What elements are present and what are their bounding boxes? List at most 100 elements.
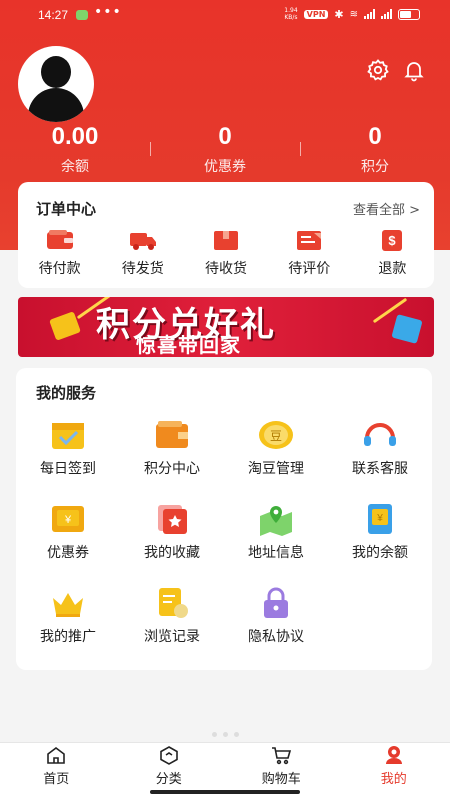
order-refund-label: 退款 xyxy=(378,261,407,277)
coupon-icon: ¥ xyxy=(52,506,84,532)
box-icon xyxy=(214,231,238,250)
order-pending-shipment-label: 待发货 xyxy=(121,261,164,277)
service-label: 优惠券 xyxy=(47,545,89,561)
view-all-orders-link[interactable]: 查看全部 > xyxy=(353,199,420,218)
service-label: 浏览记录 xyxy=(144,629,200,645)
order-center-title: 订单中心 xyxy=(36,200,97,218)
stat-points-value: 0 xyxy=(368,123,382,150)
service-browse-history[interactable]: 浏览记录 xyxy=(120,586,224,646)
cart-icon xyxy=(272,747,292,765)
service-label: 我的余额 xyxy=(352,545,408,561)
tab-profile-label: 我的 xyxy=(380,772,407,787)
service-points-center[interactable]: 积分中心 xyxy=(120,418,224,478)
lock-icon xyxy=(264,587,288,618)
home-icon xyxy=(47,747,66,764)
page-indicator xyxy=(212,732,239,737)
service-label: 地址信息 xyxy=(248,545,304,561)
vpn-badge: VPN xyxy=(303,9,329,19)
message-app-icon xyxy=(76,10,88,20)
category-icon xyxy=(159,746,178,765)
signal-2-icon xyxy=(381,9,392,19)
avatar[interactable] xyxy=(18,46,94,122)
network-speed: 1.94 KB/s xyxy=(284,7,297,21)
service-label: 我的推广 xyxy=(40,629,96,645)
order-pending-shipment[interactable]: 待发货 xyxy=(101,228,184,278)
balance-card-icon: ¥ xyxy=(368,504,392,534)
order-pending-review[interactable]: 待评价 xyxy=(268,228,351,278)
bean-coin-icon: 豆 xyxy=(259,421,293,449)
review-icon xyxy=(297,231,322,250)
order-pending-review-label: 待评价 xyxy=(288,261,331,277)
gift-box-icon xyxy=(391,314,423,344)
stat-coupons[interactable]: 0 优惠券 xyxy=(150,122,300,178)
stat-balance-label: 余额 xyxy=(61,159,89,175)
points-promo-banner[interactable]: 积分兑好礼 惊喜带回家 xyxy=(18,297,434,357)
stat-coupons-label: 优惠券 xyxy=(204,159,246,175)
order-refund[interactable]: $ 退款 xyxy=(351,228,434,278)
wifi-icon: ≋ xyxy=(349,8,358,20)
order-pending-payment[interactable]: 待付款 xyxy=(18,228,101,278)
service-label: 我的收藏 xyxy=(144,545,200,561)
order-pending-payment-label: 待付款 xyxy=(38,261,81,277)
status-time: 14:27 xyxy=(38,8,69,22)
truck-icon xyxy=(129,233,156,250)
tab-category-label: 分类 xyxy=(155,772,182,787)
service-label: 淘豆管理 xyxy=(248,461,304,477)
service-label: 隐私协议 xyxy=(248,629,304,645)
service-bean-management[interactable]: 豆 淘豆管理 xyxy=(224,418,328,478)
service-my-promotion[interactable]: 我的推广 xyxy=(16,586,120,646)
notification-bell-icon[interactable] xyxy=(402,58,426,82)
service-my-favorites[interactable]: 我的收藏 xyxy=(120,502,224,562)
my-services-title: 我的服务 xyxy=(36,384,97,402)
status-icons: 1.94 KB/s VPN ✱ ≋ xyxy=(284,7,420,21)
tab-home-label: 首页 xyxy=(43,772,70,787)
crown-icon xyxy=(53,593,83,617)
avatar-head-shape xyxy=(41,56,71,88)
order-pending-receipt[interactable]: 待收货 xyxy=(184,228,267,278)
stat-coupons-value: 0 xyxy=(218,123,232,150)
network-speed-value: 1.94 xyxy=(284,7,298,14)
settings-gear-icon[interactable] xyxy=(366,58,390,82)
banner-subline: 惊喜带回家 xyxy=(136,333,241,357)
signal-1-icon xyxy=(364,9,375,19)
service-label: 每日签到 xyxy=(40,461,96,477)
home-indicator xyxy=(150,790,300,794)
tab-cart-label: 购物车 xyxy=(261,772,301,787)
order-status-row: 待付款 待发货 待收货 待评价 $ 退款 xyxy=(18,228,434,278)
tab-home[interactable]: 首页 xyxy=(0,743,113,800)
service-label: 联系客服 xyxy=(352,461,408,477)
stat-points[interactable]: 0 积分 xyxy=(300,122,450,178)
svg-text:¥: ¥ xyxy=(376,513,383,524)
refund-icon: $ xyxy=(382,230,403,251)
service-customer-support[interactable]: 联系客服 xyxy=(328,418,432,478)
account-stats: 0.00 余额 0 优惠券 0 积分 xyxy=(0,122,450,178)
calendar-check-icon xyxy=(52,423,84,449)
svg-text:$: $ xyxy=(389,233,397,248)
service-coupons[interactable]: ¥ 优惠券 xyxy=(16,502,120,562)
order-pending-receipt-label: 待收货 xyxy=(205,261,247,277)
wallet-icon xyxy=(46,230,73,249)
stat-balance[interactable]: 0.00 余额 xyxy=(0,122,150,178)
my-services-card: 我的服务 每日签到 积分中心 豆 淘豆管理 联系客服 ¥ 优惠券 我的收藏 地址… xyxy=(16,368,432,670)
favorite-star-icon xyxy=(158,505,187,534)
stat-points-label: 积分 xyxy=(361,159,389,175)
stat-balance-value: 0.00 xyxy=(51,123,99,150)
service-address-info[interactable]: 地址信息 xyxy=(224,502,328,562)
service-my-balance[interactable]: ¥ 我的余额 xyxy=(328,502,432,562)
status-bar: 14:27 ••• 1.94 KB/s VPN ✱ ≋ xyxy=(0,0,450,30)
history-doc-icon xyxy=(159,588,188,618)
tab-profile[interactable]: 我的 xyxy=(338,743,450,800)
headset-icon xyxy=(364,423,396,446)
order-center-card: 订单中心 查看全部 > 待付款 待发货 待收货 待评价 $ 退款 xyxy=(18,182,434,288)
svg-text:¥: ¥ xyxy=(64,514,72,526)
points-wallet-icon xyxy=(156,421,188,448)
network-speed-unit: KB/s xyxy=(284,14,298,21)
bluetooth-icon: ✱ xyxy=(334,7,344,21)
profile-icon xyxy=(385,746,402,764)
map-pin-icon xyxy=(260,506,292,536)
avatar-body-shape xyxy=(28,88,84,122)
service-daily-checkin[interactable]: 每日签到 xyxy=(16,418,120,478)
service-label: 积分中心 xyxy=(144,461,200,477)
battery-icon xyxy=(398,8,420,20)
service-privacy-policy[interactable]: 隐私协议 xyxy=(224,586,328,646)
